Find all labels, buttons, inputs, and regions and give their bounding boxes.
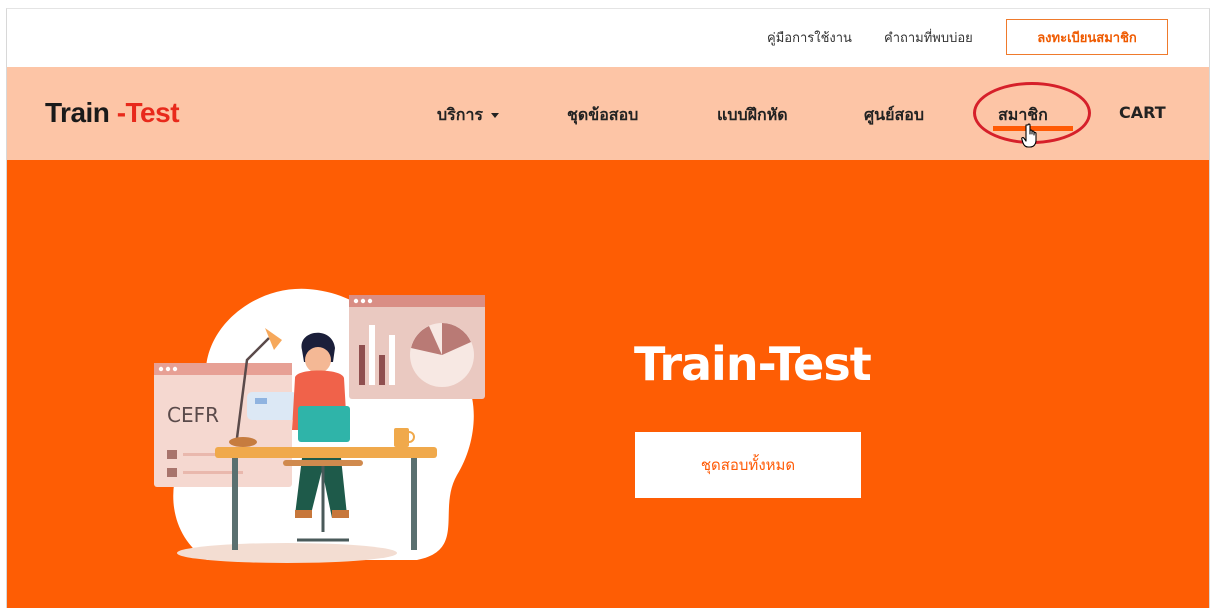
user-manual-link[interactable]: คู่มือการใช้งาน [767, 27, 852, 48]
logo-text-test: -Test [116, 97, 180, 128]
caret-down-icon [491, 113, 500, 118]
hero-section: CEFR Train-Test ชุดสอบทั้งหมด [7, 160, 1209, 608]
all-test-sets-button[interactable]: ชุดสอบทั้งหมด [635, 432, 861, 498]
hand-pointer-cursor-icon [1021, 123, 1037, 148]
nav-item-test-sets[interactable]: ชุดข้อสอบ [567, 103, 638, 128]
nav-item-exercises[interactable]: แบบฝึกหัด [717, 103, 788, 128]
utility-bar: คู่มือการใช้งาน คำถามที่พบบ่อย ลงทะเบียน… [7, 9, 1209, 67]
desk-worker-illustration: CEFR [154, 288, 485, 563]
cefr-label: CEFR [167, 403, 219, 427]
register-button[interactable]: ลงทะเบียนสมาชิก [1006, 19, 1168, 55]
nav-item-services[interactable]: บริการ [437, 103, 500, 128]
browser-viewport: คู่มือการใช้งาน คำถามที่พบบ่อย ลงทะเบียน… [6, 8, 1210, 608]
hero-title: Train-Test [634, 337, 872, 391]
main-navbar: Train -Test บริการ ชุดข้อสอบ แบบฝึกหัด ศ… [7, 67, 1209, 160]
nav-item-test-center[interactable]: ศูนย์สอบ [864, 103, 924, 128]
faq-link[interactable]: คำถามที่พบบ่อย [884, 27, 973, 48]
nav-item-services-label: บริการ [437, 105, 484, 124]
site-logo[interactable]: Train -Test [45, 97, 180, 129]
logo-text-train: Train [45, 97, 110, 128]
nav-item-cart[interactable]: CART [1119, 103, 1166, 122]
